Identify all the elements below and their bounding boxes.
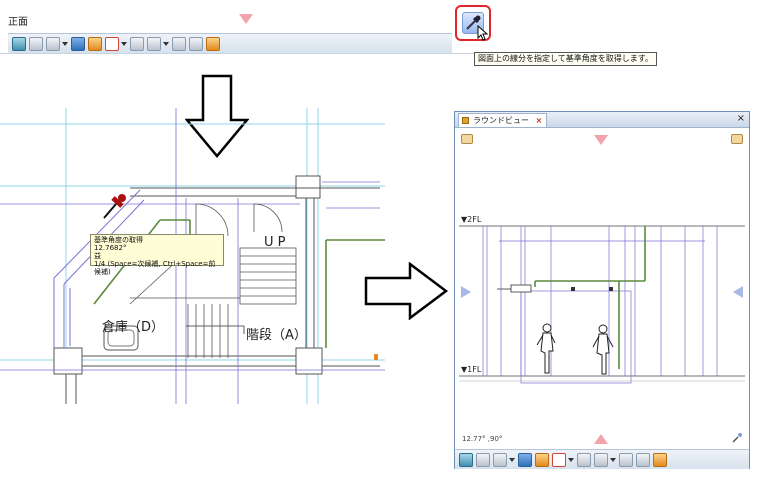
front-view-panel: 正面 xyxy=(0,0,494,54)
folder-icon xyxy=(462,117,469,124)
angle-readout: 12.77° ,90° xyxy=(462,435,503,443)
camera-icon[interactable] xyxy=(594,452,608,467)
chevron-down-icon[interactable] xyxy=(509,457,515,462)
up-label: U P xyxy=(264,235,286,250)
tooltip-title: 基準角度の取得 xyxy=(94,236,143,244)
pan-icon[interactable] xyxy=(130,36,144,51)
person-figure xyxy=(592,324,614,375)
nav-up-triangle-icon[interactable] xyxy=(594,135,608,145)
picker-tooltip: 図面上の線分を指定して基準角度を取得します。 xyxy=(474,52,657,66)
tab-title: ラウンドビュー xyxy=(473,116,529,125)
export-icon[interactable] xyxy=(189,36,203,51)
nav-left-triangle-icon[interactable] xyxy=(461,286,471,298)
settings-icon[interactable] xyxy=(653,452,667,467)
view-label: 正面 xyxy=(8,17,28,28)
chevron-down-icon[interactable] xyxy=(568,457,574,462)
layer-icon[interactable] xyxy=(476,452,490,467)
grid-icon[interactable] xyxy=(518,452,532,467)
eyedropper-icon xyxy=(103,194,126,219)
floor-2-label: ▼2FL xyxy=(461,215,482,224)
tooltip-angle: 12.7682° xyxy=(94,244,127,252)
display-mode-icon[interactable] xyxy=(12,36,26,51)
print-icon[interactable] xyxy=(619,452,633,467)
nav-right-triangle-icon[interactable] xyxy=(733,286,743,298)
view-toolbar xyxy=(8,33,452,53)
right-arrow-icon xyxy=(364,262,448,320)
nav-up-triangle-icon[interactable] xyxy=(239,14,253,24)
grid-icon[interactable] xyxy=(71,36,85,51)
camera-icon[interactable] xyxy=(147,36,161,51)
storage-room-label: 倉庫（D） xyxy=(102,320,165,335)
fit-icon[interactable] xyxy=(535,452,549,467)
stairs-label: 階段（A） xyxy=(246,328,307,343)
round-view-canvas[interactable]: ▼2FL ▼1FL 12.77° ,90° xyxy=(459,129,745,448)
angle-picker-button[interactable] xyxy=(455,5,491,41)
tooltip-hint: 1/4 (Space=次候補, Ctrl+Space=前候補) xyxy=(94,260,216,276)
settings-icon[interactable] xyxy=(206,36,220,51)
window-close-button[interactable]: × xyxy=(737,113,745,124)
layer-icon[interactable] xyxy=(29,36,43,51)
eyedropper-icon[interactable] xyxy=(731,432,743,444)
rotate-left-icon[interactable] xyxy=(461,134,473,144)
display-mode-icon[interactable] xyxy=(459,452,473,467)
mouse-cursor-icon xyxy=(477,25,489,41)
export-icon[interactable] xyxy=(636,452,650,467)
chevron-down-icon[interactable] xyxy=(121,41,127,46)
round-view-toolbar xyxy=(455,449,749,469)
fit-icon[interactable] xyxy=(88,36,102,51)
tooltip-symbol: 益 xyxy=(94,252,101,260)
eye-icon[interactable] xyxy=(493,452,507,467)
round-view-window: ラウンドビュー × × ▼2FL ▼1FL 12.77° ,90° xyxy=(454,111,750,469)
person-figure xyxy=(536,323,556,374)
section-box-icon[interactable] xyxy=(105,36,119,51)
section-box-icon[interactable] xyxy=(552,452,566,467)
tab-close-button[interactable]: × xyxy=(536,116,543,125)
rotate-right-icon[interactable] xyxy=(731,134,743,144)
eye-icon[interactable] xyxy=(46,36,60,51)
chevron-down-icon[interactable] xyxy=(610,457,616,462)
tab-round-view[interactable]: ラウンドビュー × xyxy=(458,113,548,127)
nav-down-triangle-icon[interactable] xyxy=(594,434,608,444)
chevron-down-icon[interactable] xyxy=(163,41,169,46)
print-icon[interactable] xyxy=(172,36,186,51)
angle-acquire-tooltip: 基準角度の取得 12.7682° 益 1/4 (Space=次候補, Ctrl+… xyxy=(90,234,224,276)
elevation-drawing xyxy=(459,225,745,384)
chevron-down-icon[interactable] xyxy=(62,41,68,46)
window-titlebar: ラウンドビュー × × xyxy=(455,112,749,128)
floor-1-label: ▼1FL xyxy=(461,365,482,374)
pan-icon[interactable] xyxy=(577,452,591,467)
